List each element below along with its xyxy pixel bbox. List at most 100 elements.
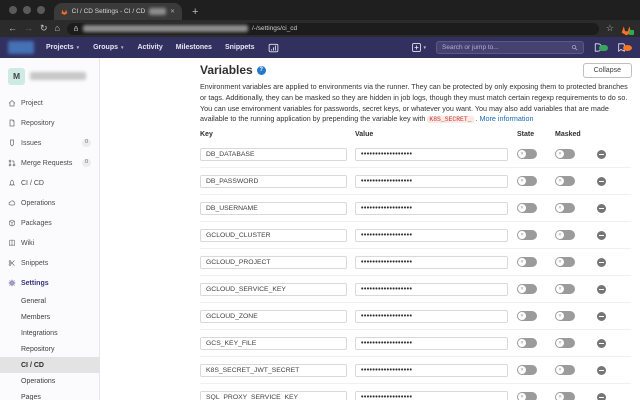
state-toggle[interactable]: ✕: [517, 338, 537, 348]
window-minimize-button[interactable]: [23, 6, 31, 14]
todos-nav-button[interactable]: [617, 43, 632, 52]
variable-value-input[interactable]: ••••••••••••••••••: [355, 175, 508, 188]
state-toggle[interactable]: ✕: [517, 365, 537, 375]
variable-key-input[interactable]: K8S_SECRET_JWT_SECRET: [200, 364, 347, 377]
variable-value-input[interactable]: ••••••••••••••••••: [355, 310, 508, 323]
settings-subitem-pages[interactable]: Pages: [0, 389, 99, 400]
address-bar[interactable]: /-/settings/ci_cd: [67, 23, 599, 35]
variable-key-input[interactable]: DB_DATABASE: [200, 148, 347, 161]
help-icon[interactable]: ?: [257, 66, 266, 75]
analytics-chart-icon[interactable]: [268, 43, 279, 53]
remove-variable-button[interactable]: [597, 393, 606, 400]
masked-toggle[interactable]: ✕: [555, 149, 575, 159]
sidebar-item-repository[interactable]: Repository: [0, 113, 99, 133]
remove-variable-button[interactable]: [597, 177, 606, 186]
state-toggle[interactable]: ✕: [517, 176, 537, 186]
reload-icon[interactable]: ↻: [40, 24, 48, 33]
more-information-link[interactable]: More information: [480, 114, 534, 123]
nav-item-snippets[interactable]: Snippets: [225, 44, 255, 51]
settings-subitem-integrations[interactable]: Integrations: [0, 325, 99, 341]
sidebar-item-wiki[interactable]: Wiki: [0, 233, 99, 253]
variable-key-input[interactable]: GCLOUD_SERVICE_KEY: [200, 283, 347, 296]
variable-key-input[interactable]: DB_PASSWORD: [200, 175, 347, 188]
masked-toggle[interactable]: ✕: [555, 230, 575, 240]
masked-toggle[interactable]: ✕: [555, 203, 575, 213]
window-close-button[interactable]: [9, 6, 17, 14]
masked-toggle[interactable]: ✕: [555, 311, 575, 321]
todos-count-badge: [623, 45, 632, 51]
nav-item-projects[interactable]: Projects▼: [46, 44, 80, 51]
variable-key-input[interactable]: GCLOUD_ZONE: [200, 310, 347, 323]
nav-item-milestones[interactable]: Milestones: [176, 44, 212, 51]
remove-variable-button[interactable]: [597, 150, 606, 159]
variable-key-input[interactable]: GCLOUD_CLUSTER: [200, 229, 347, 242]
masked-toggle[interactable]: ✕: [555, 338, 575, 348]
new-dropdown-button[interactable]: ▼: [412, 43, 427, 52]
variable-value-input[interactable]: ••••••••••••••••••: [355, 229, 508, 242]
masked-toggle[interactable]: ✕: [555, 284, 575, 294]
window-zoom-button[interactable]: [37, 6, 45, 14]
remove-variable-button[interactable]: [597, 258, 606, 267]
variable-value-input[interactable]: ••••••••••••••••••: [355, 391, 508, 400]
state-toggle[interactable]: ✕: [517, 284, 537, 294]
settings-subitem-ci-cd[interactable]: CI / CD: [0, 357, 99, 373]
variable-value-input[interactable]: ••••••••••••••••••: [355, 283, 508, 296]
remove-variable-button[interactable]: [597, 339, 606, 348]
settings-subitem-repository[interactable]: Repository: [0, 341, 99, 357]
masked-toggle[interactable]: ✕: [555, 392, 575, 400]
collapse-button[interactable]: Collapse: [583, 63, 632, 78]
window-controls[interactable]: [0, 0, 54, 20]
remove-variable-button[interactable]: [597, 231, 606, 240]
bookmark-star-icon[interactable]: ☆: [606, 23, 614, 34]
variable-key-input[interactable]: GCS_KEY_FILE: [200, 337, 347, 350]
toggle-off-icon: ✕: [556, 339, 564, 347]
sidebar-item-project[interactable]: Project: [0, 93, 99, 113]
back-icon[interactable]: ←: [8, 24, 17, 33]
new-tab-button[interactable]: +: [192, 6, 198, 18]
state-toggle[interactable]: ✕: [517, 149, 537, 159]
sidebar-item-issues[interactable]: Issues0: [0, 133, 99, 153]
state-toggle[interactable]: ✕: [517, 203, 537, 213]
sidebar-item-ci-cd[interactable]: CI / CD: [0, 173, 99, 193]
masked-toggle[interactable]: ✕: [555, 176, 575, 186]
variable-value-input[interactable]: ••••••••••••••••••: [355, 337, 508, 350]
sidebar-item-label: Wiki: [21, 240, 34, 247]
nav-item-groups[interactable]: Groups▼: [93, 44, 124, 51]
variable-value-input[interactable]: ••••••••••••••••••: [355, 256, 508, 269]
sidebar-item-merge-requests[interactable]: Merge Requests0: [0, 153, 99, 173]
masked-toggle[interactable]: ✕: [555, 365, 575, 375]
variable-key-input[interactable]: GCLOUD_PROJECT: [200, 256, 347, 269]
global-search[interactable]: [436, 41, 584, 54]
tab-close-icon[interactable]: ✕: [170, 8, 175, 15]
remove-variable-button[interactable]: [597, 366, 606, 375]
issues-count-badge: [599, 45, 608, 51]
forward-icon[interactable]: →: [24, 24, 33, 33]
state-toggle[interactable]: ✕: [517, 392, 537, 400]
project-header[interactable]: M: [0, 63, 99, 89]
remove-variable-button[interactable]: [597, 312, 606, 321]
home-icon[interactable]: ⌂: [55, 24, 60, 33]
nav-item-activity[interactable]: Activity: [137, 44, 162, 51]
search-input[interactable]: [442, 44, 571, 51]
settings-subitem-operations[interactable]: Operations: [0, 373, 99, 389]
remove-variable-button[interactable]: [597, 285, 606, 294]
variable-value-input[interactable]: ••••••••••••••••••: [355, 202, 508, 215]
remove-variable-button[interactable]: [597, 204, 606, 213]
sidebar-item-operations[interactable]: Operations: [0, 193, 99, 213]
gitlab-extension-icon[interactable]: [621, 23, 632, 34]
state-toggle[interactable]: ✕: [517, 311, 537, 321]
sidebar-item-snippets[interactable]: Snippets: [0, 253, 99, 273]
state-toggle[interactable]: ✕: [517, 230, 537, 240]
sidebar-item-settings[interactable]: Settings: [0, 273, 99, 293]
variable-value-input[interactable]: ••••••••••••••••••: [355, 148, 508, 161]
sidebar-item-packages[interactable]: Packages: [0, 213, 99, 233]
masked-toggle[interactable]: ✕: [555, 257, 575, 267]
issues-nav-button[interactable]: [593, 43, 608, 52]
settings-subitem-general[interactable]: General: [0, 293, 99, 309]
variable-value-input[interactable]: ••••••••••••••••••: [355, 364, 508, 377]
browser-tab[interactable]: CI / CD Settings - CI / CD ✕: [54, 3, 182, 20]
variable-key-input[interactable]: SQL_PROXY_SERVICE_KEY: [200, 391, 347, 400]
state-toggle[interactable]: ✕: [517, 257, 537, 267]
variable-key-input[interactable]: DB_USERNAME: [200, 202, 347, 215]
settings-subitem-members[interactable]: Members: [0, 309, 99, 325]
